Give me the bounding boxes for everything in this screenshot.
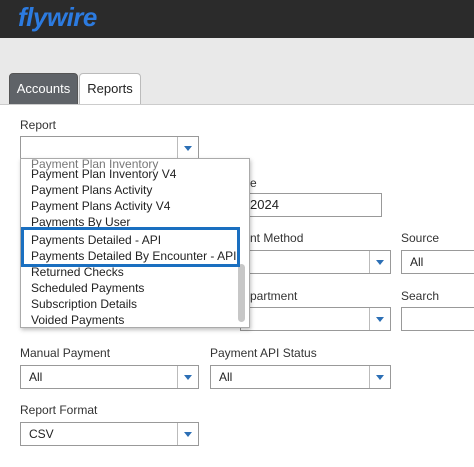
payment-api-status-select[interactable]: All	[210, 365, 391, 389]
dropdown-item[interactable]: Scheduled Payments	[31, 281, 144, 295]
tab-divider	[0, 104, 474, 105]
report-select[interactable]	[20, 136, 199, 160]
tab-accounts[interactable]: Accounts	[9, 73, 78, 105]
chevron-down-icon[interactable]	[369, 366, 390, 388]
payment-method-label: nt Method	[250, 231, 304, 245]
payment-api-status-value: All	[219, 370, 233, 384]
search-input[interactable]	[401, 307, 474, 331]
source-select[interactable]: All	[401, 250, 474, 274]
manual-payment-value: All	[29, 370, 43, 384]
source-label: Source	[401, 231, 440, 245]
report-format-select[interactable]: CSV	[20, 422, 199, 446]
manual-payment-select[interactable]: All	[20, 365, 199, 389]
dropdown-item[interactable]: Subscription Details	[31, 297, 137, 311]
chevron-down-icon[interactable]	[369, 251, 390, 273]
date-value: 2024	[250, 197, 279, 212]
brand-name: flywire	[18, 2, 97, 32]
source-value: All	[410, 255, 424, 269]
dropdown-item[interactable]: Returned Checks	[31, 265, 124, 279]
search-label: Search	[401, 289, 440, 303]
highlight-box	[21, 227, 240, 267]
department-select[interactable]	[240, 307, 391, 331]
manual-payment-label: Manual Payment	[20, 346, 111, 360]
payment-method-select[interactable]	[240, 250, 391, 274]
top-bar: flywire	[0, 0, 474, 38]
payment-api-status-label: Payment API Status	[210, 346, 317, 360]
dropdown-item[interactable]: Payment Plans Activity V4	[31, 199, 170, 213]
dropdown-item[interactable]: Payment Plan Inventory V4	[31, 167, 176, 181]
flywire-logo[interactable]: flywire	[18, 2, 97, 33]
department-label: partment	[250, 289, 298, 303]
dropdown-item[interactable]: Payment Plans Activity	[31, 183, 152, 197]
date-label: e	[250, 176, 257, 190]
chevron-down-icon[interactable]	[177, 137, 198, 159]
dropdown-scrollbar[interactable]	[238, 264, 245, 322]
date-input[interactable]: 2024	[245, 193, 382, 217]
dropdown-item[interactable]: Voided Payments	[31, 313, 124, 327]
chevron-down-icon[interactable]	[177, 423, 198, 445]
chevron-down-icon[interactable]	[369, 308, 390, 330]
report-format-label: Report Format	[20, 403, 98, 417]
tab-reports[interactable]: Reports	[79, 73, 141, 105]
report-format-value: CSV	[29, 427, 54, 441]
report-label: Report	[20, 118, 57, 132]
chevron-down-icon[interactable]	[177, 366, 198, 388]
